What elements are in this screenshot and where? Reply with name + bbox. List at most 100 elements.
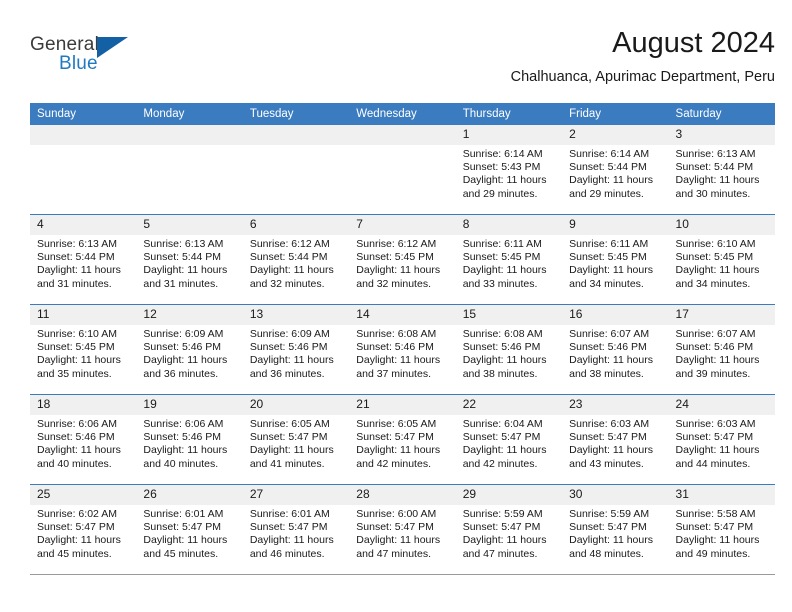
day-number: 16 [562,305,669,325]
title-block: August 2024 Chalhuanca, Apurimac Departm… [511,26,775,86]
daylight-text: Daylight: 11 hours and 34 minutes. [569,264,653,290]
day-number: 25 [30,485,137,505]
calendar-day-cell[interactable]: 19 Sunrise: 6:06 AM Sunset: 5:46 PM Dayligh… [136,394,243,485]
calendar-day-cell[interactable]: 27 Sunrise: 6:01 AM Sunset: 5:47 PM Dayligh… [242,484,350,575]
sunset-text: Sunset: 5:46 PM [249,341,328,354]
daylight-text: Daylight: 11 hours and 36 minutes. [249,354,334,380]
page-subtitle: Chalhuanca, Apurimac Department, Peru [510,69,775,85]
day-number: 26 [136,485,243,505]
day-number: 19 [136,395,243,415]
calendar-day-cell[interactable]: 5 Sunrise: 6:13 AM Sunset: 5:44 PM Daylight… [136,214,243,305]
day-number: 17 [668,305,775,325]
weekday-header-thursday: Thursday [455,103,563,125]
calendar-day-cell[interactable]: 8 Sunrise: 6:11 AM Sunset: 5:45 PM Daylight… [455,214,563,305]
calendar-day-cell[interactable]: 28 Sunrise: 6:00 AM Sunset: 5:47 PM Dayligh… [349,484,456,575]
calendar-day-cell[interactable]: 10 Sunrise: 6:10 AM Sunset: 5:45 PM Dayligh… [668,214,775,305]
calendar-day-cell[interactable]: 21 Sunrise: 6:05 AM Sunset: 5:47 PM Dayligh… [349,394,456,485]
calendar-day-cell[interactable]: 29 Sunrise: 5:59 AM Sunset: 5:47 PM Dayligh… [455,484,563,575]
sunrise-text: Sunrise: 6:02 AM [37,508,117,520]
sunrise-text: Sunrise: 6:03 AM [675,418,756,430]
day-number: 2 [562,125,669,145]
day-number: 28 [349,485,456,505]
sunset-text: Sunset: 5:46 PM [569,341,647,354]
calendar-day-cell[interactable]: 17 Sunrise: 6:07 AM Sunset: 5:46 PM Dayligh… [668,304,775,395]
sunrise-text: Sunrise: 6:14 AM [569,148,650,160]
sunrise-text: Sunrise: 6:00 AM [356,508,437,520]
sunset-text: Sunset: 5:46 PM [37,431,115,444]
day-details: Sunrise: 6:09 AM Sunset: 5:46 PM Daylight:… [136,325,242,381]
sunrise-text: Sunrise: 6:06 AM [143,418,224,430]
daylight-text: Daylight: 11 hours and 30 minutes. [675,174,760,200]
day-number: 18 [30,395,137,415]
calendar-day-cell[interactable]: 18 Sunrise: 6:06 AM Sunset: 5:46 PM Dayligh… [30,394,137,485]
sunset-text: Sunset: 5:43 PM [462,161,541,174]
day-number: 29 [455,485,563,505]
day-details: Sunrise: 6:01 AM Sunset: 5:47 PM Daylight:… [243,505,349,561]
daylight-text: Daylight: 11 hours and 31 minutes. [37,264,121,290]
weekday-header-wednesday: Wednesday [349,103,456,125]
day-details: Sunrise: 6:14 AM Sunset: 5:43 PM Daylight:… [456,145,562,201]
daylight-text: Daylight: 11 hours and 39 minutes. [675,354,760,380]
day-number: 1 [455,125,563,145]
sunset-text: Sunset: 5:47 PM [462,431,541,444]
calendar-day-cell[interactable]: 2 Sunrise: 6:14 AM Sunset: 5:44 PM Daylight… [562,125,669,215]
day-number: 4 [30,215,137,235]
sunset-text: Sunset: 5:44 PM [37,251,115,264]
calendar-week-row: 1 Sunrise: 6:14 AM Sunset: 5:43 PM Daylight… [30,125,775,215]
sunrise-text: Sunrise: 6:05 AM [356,418,437,430]
day-details: Sunrise: 6:08 AM Sunset: 5:46 PM Daylight:… [349,325,455,381]
day-number: 14 [349,305,456,325]
day-number: 7 [349,215,456,235]
calendar-day-cell[interactable]: 12 Sunrise: 6:09 AM Sunset: 5:46 PM Dayligh… [136,304,243,395]
day-number: 22 [455,395,563,415]
calendar-day-cell[interactable]: 1 Sunrise: 6:14 AM Sunset: 5:43 PM Daylight… [455,125,563,215]
calendar-day-cell[interactable]: 3 Sunrise: 6:13 AM Sunset: 5:44 PM Daylight… [668,125,775,215]
brand-logo[interactable]: General Blue [30,34,150,82]
sunrise-text: Sunrise: 6:10 AM [37,328,117,340]
calendar-cell-empty [349,125,456,215]
calendar-day-cell[interactable]: 13 Sunrise: 6:09 AM Sunset: 5:46 PM Dayligh… [242,304,350,395]
day-number: 20 [242,395,350,415]
daylight-text: Daylight: 11 hours and 42 minutes. [356,444,441,470]
weekday-header-sunday: Sunday [30,103,137,125]
calendar-day-cell[interactable]: 6 Sunrise: 6:12 AM Sunset: 5:44 PM Daylight… [242,214,350,305]
calendar-day-cell[interactable]: 4 Sunrise: 6:13 AM Sunset: 5:44 PM Daylight… [30,214,137,305]
day-details: Sunrise: 6:06 AM Sunset: 5:46 PM Daylight:… [136,415,242,471]
sunrise-text: Sunrise: 6:13 AM [37,238,117,250]
sunset-text: Sunset: 5:47 PM [249,431,328,444]
day-details: Sunrise: 6:11 AM Sunset: 5:45 PM Daylight:… [456,235,562,291]
calendar-day-cell[interactable]: 31 Sunrise: 5:58 AM Sunset: 5:47 PM Dayligh… [668,484,775,575]
calendar-day-cell[interactable]: 22 Sunrise: 6:04 AM Sunset: 5:47 PM Dayligh… [455,394,563,485]
daylight-text: Daylight: 11 hours and 33 minutes. [462,264,547,290]
sunrise-text: Sunrise: 6:11 AM [462,238,542,250]
day-number: 31 [668,485,775,505]
calendar-day-cell[interactable]: 30 Sunrise: 5:59 AM Sunset: 5:47 PM Dayligh… [562,484,669,575]
day-details: Sunrise: 6:12 AM Sunset: 5:45 PM Daylight:… [349,235,455,291]
calendar-day-cell[interactable]: 11 Sunrise: 6:10 AM Sunset: 5:45 PM Dayligh… [30,304,137,395]
calendar-day-cell[interactable]: 15 Sunrise: 6:08 AM Sunset: 5:46 PM Dayligh… [455,304,563,395]
calendar-day-cell[interactable]: 14 Sunrise: 6:08 AM Sunset: 5:46 PM Dayligh… [349,304,456,395]
day-details: Sunrise: 6:13 AM Sunset: 5:44 PM Daylight:… [669,145,775,201]
calendar-day-cell[interactable]: 9 Sunrise: 6:11 AM Sunset: 5:45 PM Daylight… [562,214,669,305]
sunrise-text: Sunrise: 6:12 AM [356,238,437,250]
sunset-text: Sunset: 5:46 PM [143,341,222,354]
calendar-day-cell[interactable]: 23 Sunrise: 6:03 AM Sunset: 5:47 PM Dayligh… [562,394,669,485]
sunrise-text: Sunrise: 6:10 AM [675,238,756,250]
calendar-day-cell[interactable]: 20 Sunrise: 6:05 AM Sunset: 5:47 PM Dayligh… [242,394,350,485]
calendar-day-cell[interactable]: 25 Sunrise: 6:02 AM Sunset: 5:47 PM Dayligh… [30,484,137,575]
sunrise-text: Sunrise: 6:07 AM [569,328,650,340]
sunrise-text: Sunrise: 6:12 AM [249,238,330,250]
sunset-text: Sunset: 5:44 PM [569,161,647,174]
day-number: 24 [668,395,775,415]
calendar-body: 1 Sunrise: 6:14 AM Sunset: 5:43 PM Daylight… [30,125,775,575]
calendar-day-cell[interactable]: 16 Sunrise: 6:07 AM Sunset: 5:46 PM Dayligh… [562,304,669,395]
calendar-header-row: Sunday Monday Tuesday Wednesday Thursday… [30,103,775,125]
calendar-day-cell[interactable]: 26 Sunrise: 6:01 AM Sunset: 5:47 PM Dayligh… [136,484,243,575]
day-number: 15 [455,305,563,325]
calendar-day-cell[interactable]: 24 Sunrise: 6:03 AM Sunset: 5:47 PM Dayligh… [668,394,775,485]
daylight-text: Daylight: 11 hours and 43 minutes. [569,444,653,470]
calendar-day-cell[interactable]: 7 Sunrise: 6:12 AM Sunset: 5:45 PM Daylight… [349,214,456,305]
sunrise-text: Sunrise: 6:05 AM [249,418,330,430]
sunrise-text: Sunrise: 5:59 AM [569,508,650,520]
brand-name-blue: Blue [59,53,98,74]
